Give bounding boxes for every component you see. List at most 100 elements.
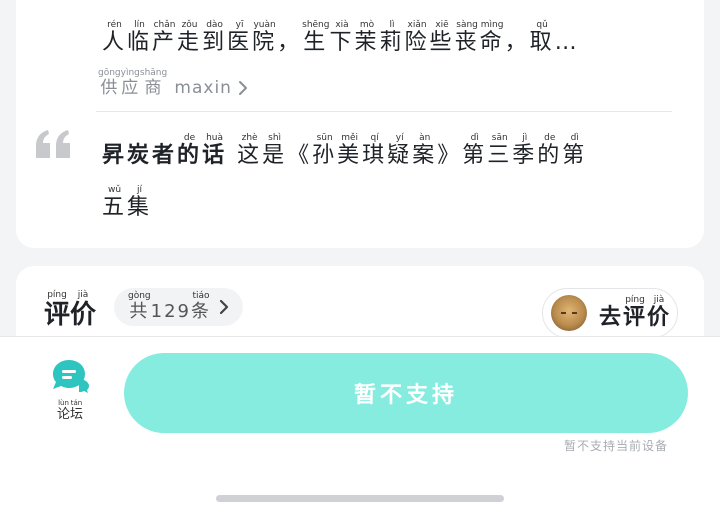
glyph: 莉lì	[379, 20, 405, 55]
pinyin: yìng	[120, 68, 140, 78]
glyph: 的de	[537, 133, 563, 168]
forum-button[interactable]: 论lùn坛tán	[46, 357, 94, 422]
glyph: ，	[504, 30, 530, 55]
glyph	[227, 143, 237, 168]
glyph: 是shì	[262, 133, 288, 168]
glyph: 三sān	[487, 133, 513, 168]
supplier-link[interactable]: 供gōng应yìng商shāng maxin	[98, 68, 248, 98]
glyph: 生shēng	[302, 20, 330, 55]
pinyin: sàng	[454, 20, 480, 30]
comment-text[interactable]: 昇炭者的de话huà 这zhè是shì《孙sūn美měi琪qí疑yí案àn》第d…	[102, 133, 587, 169]
glyph: 集jí	[127, 185, 153, 220]
glyph: 临lín	[127, 20, 153, 55]
pinyin: yí	[387, 133, 413, 143]
glyph: 共gòng	[128, 291, 151, 322]
glyph: 第dì	[562, 133, 588, 168]
glyph: 人rén	[102, 20, 128, 55]
pinyin: tiáo	[190, 291, 211, 301]
pinyin: shì	[262, 133, 288, 143]
pinyin: dì	[462, 133, 488, 143]
glyph: 险xiǎn	[404, 20, 430, 55]
pinyin: lín	[127, 20, 153, 30]
glyph: 129	[150, 301, 191, 322]
supplier-name: maxin	[174, 78, 232, 98]
pinyin: shāng	[139, 68, 168, 78]
go-review-button[interactable]: 去评píng价jià	[542, 288, 678, 338]
glyph: 炭	[127, 143, 153, 168]
pinyin: dào	[202, 20, 228, 30]
glyph: 供gōng	[98, 68, 121, 98]
divider	[96, 111, 672, 112]
forum-label: 论lùn坛tán	[46, 399, 94, 422]
pinyin: shēng	[302, 20, 330, 30]
pinyin: jí	[127, 185, 153, 195]
pinyin: dì	[562, 133, 588, 143]
glyph: 评píng	[623, 295, 648, 330]
pinyin: de	[177, 133, 203, 143]
pinyin: yī	[227, 20, 253, 30]
bottom-action-bar: 论lùn坛tán 暂不支持 暂不支持当前设备	[0, 336, 720, 517]
pinyin: chǎn	[152, 20, 178, 30]
glyph: 话huà	[202, 133, 228, 168]
go-review-label: 去评píng价jià	[599, 295, 671, 331]
pinyin: jià	[647, 295, 672, 305]
pinyin: qí	[362, 133, 388, 143]
glyph: 院yuàn	[252, 20, 278, 55]
review-count-button[interactable]: 共gòng129条tiáo	[114, 288, 243, 326]
pinyin: xiē	[429, 20, 455, 30]
glyph: 价jià	[647, 295, 672, 330]
pinyin: lùn	[56, 399, 70, 407]
supplier-label: 供gōng应yìng商shāng	[98, 68, 167, 98]
glyph: 疑yí	[387, 133, 413, 168]
glyph: 昇	[102, 143, 128, 168]
pinyin: jià	[70, 290, 97, 300]
glyph: 走zǒu	[177, 20, 203, 55]
pinyin: qǔ	[529, 20, 555, 30]
book-info-card: 人rén临lín产chǎn走zǒu到dào医yī院yuàn，生shēng下xià…	[16, 0, 704, 248]
pinyin: mò	[354, 20, 380, 30]
pinyin: àn	[412, 133, 438, 143]
pinyin: píng	[623, 295, 648, 305]
glyph: 产chǎn	[152, 20, 178, 55]
home-indicator[interactable]	[216, 495, 504, 502]
unsupported-action-button[interactable]: 暂不支持	[124, 353, 688, 433]
glyph: 第dì	[462, 133, 488, 168]
pinyin: de	[537, 133, 563, 143]
glyph: 美měi	[337, 133, 363, 168]
pinyin: jì	[512, 133, 538, 143]
pinyin: huà	[202, 133, 228, 143]
pinyin: tán	[70, 399, 84, 407]
glyph: 应yìng	[120, 68, 140, 98]
pinyin: gòng	[128, 291, 151, 301]
pinyin: píng	[44, 290, 71, 300]
glyph: 者	[152, 143, 178, 168]
glyph: 丧sàng	[454, 20, 480, 55]
pinyin: mìng	[479, 20, 505, 30]
chevron-right-icon	[239, 81, 248, 95]
glyph: 论lùn	[56, 399, 70, 422]
glyph: 命mìng	[479, 20, 505, 55]
pinyin: lì	[379, 20, 405, 30]
glyph: 《	[287, 143, 313, 168]
glyph: 取qǔ	[529, 20, 555, 55]
pinyin: xiǎn	[404, 20, 430, 30]
glyph: …	[554, 30, 580, 55]
pinyin: sān	[487, 133, 513, 143]
glyph: 的de	[177, 133, 203, 168]
review-count-label: 共gòng129条tiáo	[128, 291, 211, 323]
pinyin: zǒu	[177, 20, 203, 30]
glyph: 五wǔ	[102, 185, 128, 220]
glyph: 这zhè	[237, 133, 263, 168]
glyph: 下xià	[329, 20, 355, 55]
pinyin: yuàn	[252, 20, 278, 30]
comment-text-continued[interactable]: 五wǔ集jí	[102, 185, 152, 221]
glyph: 条tiáo	[190, 291, 211, 322]
quote-icon	[36, 130, 70, 158]
glyph: 些xiē	[429, 20, 455, 55]
glyph: 去	[599, 305, 624, 330]
glyph: 医yī	[227, 20, 253, 55]
summary-text[interactable]: 人rén临lín产chǎn走zǒu到dào医yī院yuàn，生shēng下xià…	[102, 20, 580, 56]
glyph: 》	[437, 143, 463, 168]
pinyin: rén	[102, 20, 127, 30]
glyph: 琪qí	[362, 133, 388, 168]
